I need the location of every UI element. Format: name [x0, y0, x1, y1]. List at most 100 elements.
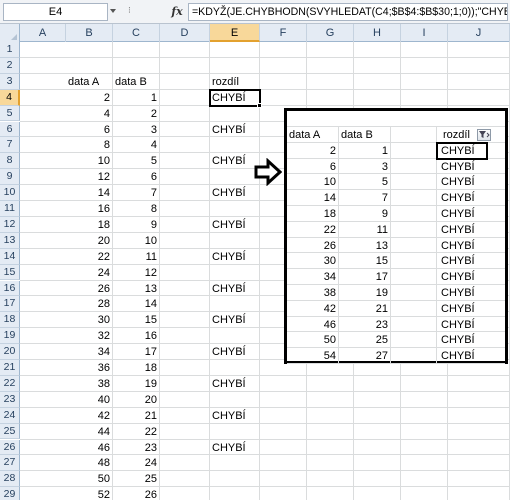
cell-data-b[interactable]: 7 — [113, 185, 160, 201]
cell-data-a[interactable]: 36 — [66, 360, 113, 376]
cell-rozdil[interactable]: CHYBÍ — [210, 153, 260, 169]
cell-data-b[interactable]: 20 — [113, 392, 160, 408]
cell-data-b[interactable]: 19 — [113, 376, 160, 392]
cell-data-a[interactable]: 48 — [66, 455, 113, 471]
row-header-8[interactable]: 8 — [0, 153, 20, 170]
cell-data-a[interactable]: 22 — [66, 249, 113, 265]
header-rozdil[interactable]: rozdíl — [210, 74, 260, 90]
cell-rozdil[interactable]: CHYBÍ — [210, 376, 260, 392]
cell-data-a[interactable]: 14 — [66, 185, 113, 201]
row-header-17[interactable]: 17 — [0, 296, 20, 313]
cell-data-a[interactable]: 38 — [66, 376, 113, 392]
cell-data-a[interactable]: 50 — [66, 471, 113, 487]
formula-bar-splitter-icon[interactable]: ⁝ — [128, 5, 131, 16]
column-header-c[interactable]: C — [113, 24, 160, 42]
cell-data-a[interactable]: 52 — [66, 487, 113, 500]
column-header-j[interactable]: J — [448, 24, 510, 42]
row-header-18[interactable]: 18 — [0, 312, 20, 329]
row-header-27[interactable]: 27 — [0, 455, 20, 472]
cell-data-b[interactable]: 16 — [113, 328, 160, 344]
row-header-5[interactable]: 5 — [0, 105, 20, 122]
cell-data-a[interactable]: 46 — [66, 440, 113, 456]
cell-data-b[interactable]: 25 — [113, 471, 160, 487]
insert-function-icon[interactable]: fx — [168, 3, 186, 21]
row-header-9[interactable]: 9 — [0, 169, 20, 186]
cell-rozdil[interactable]: CHYBÍ — [210, 344, 260, 360]
cell-data-b[interactable]: 14 — [113, 296, 160, 312]
cell-data-a[interactable]: 2 — [66, 90, 113, 106]
cell-data-b[interactable]: 4 — [113, 137, 160, 153]
name-box[interactable]: E4 — [3, 3, 108, 21]
row-header-28[interactable]: 28 — [0, 471, 20, 488]
cell-data-b[interactable]: 2 — [113, 106, 160, 122]
name-box-dropdown-icon[interactable] — [110, 9, 116, 13]
cell-data-b[interactable]: 12 — [113, 265, 160, 281]
cell-data-a[interactable]: 6 — [66, 122, 113, 138]
cell-data-a[interactable]: 32 — [66, 328, 113, 344]
cell-data-b[interactable]: 21 — [113, 408, 160, 424]
cell-data-a[interactable]: 16 — [66, 201, 113, 217]
cell-rozdil[interactable]: CHYBÍ — [210, 312, 260, 328]
cell-data-b[interactable]: 23 — [113, 440, 160, 456]
row-header-14[interactable]: 14 — [0, 248, 20, 265]
filter-icon[interactable] — [477, 129, 491, 141]
cell-rozdil[interactable]: CHYBÍ — [210, 217, 260, 233]
column-header-a[interactable]: A — [20, 24, 66, 42]
column-header-d[interactable]: D — [160, 24, 210, 42]
cell-data-b[interactable]: 3 — [113, 122, 160, 138]
cell-rozdil[interactable]: CHYBÍ — [210, 122, 260, 138]
cell-data-a[interactable]: 28 — [66, 296, 113, 312]
cell-data-b[interactable]: 9 — [113, 217, 160, 233]
column-header-f[interactable]: F — [260, 24, 307, 42]
row-header-21[interactable]: 21 — [0, 360, 20, 376]
cell-rozdil[interactable]: CHYBÍ — [210, 440, 260, 456]
cell-data-b[interactable]: 22 — [113, 424, 160, 440]
cell-data-a[interactable]: 40 — [66, 392, 113, 408]
cell-rozdil[interactable]: CHYBÍ — [210, 249, 260, 265]
cell-data-b[interactable]: 6 — [113, 169, 160, 185]
cell-rozdil[interactable]: CHYBÍ — [210, 408, 260, 424]
cell-data-b[interactable]: 24 — [113, 455, 160, 471]
cell-data-b[interactable]: 26 — [113, 487, 160, 500]
cell-data-b[interactable]: 5 — [113, 153, 160, 169]
row-header-15[interactable]: 15 — [0, 264, 20, 281]
header-data-a[interactable]: data A — [66, 74, 113, 90]
cell-data-b[interactable]: 17 — [113, 344, 160, 360]
cell-data-a[interactable]: 4 — [66, 106, 113, 122]
cell-data-a[interactable]: 8 — [66, 137, 113, 153]
cell-data-b[interactable]: 11 — [113, 249, 160, 265]
row-header-2[interactable]: 2 — [0, 57, 20, 74]
cell-data-a[interactable]: 24 — [66, 265, 113, 281]
cell-data-b[interactable]: 18 — [113, 360, 160, 376]
row-header-4[interactable]: 4 — [0, 89, 20, 106]
cell-data-a[interactable]: 10 — [66, 153, 113, 169]
cell-rozdil[interactable]: CHYBÍ — [210, 185, 260, 201]
cell-data-a[interactable]: 26 — [66, 281, 113, 297]
row-header-19[interactable]: 19 — [0, 328, 20, 345]
row-header-6[interactable]: 6 — [0, 121, 20, 138]
row-header-12[interactable]: 12 — [0, 216, 20, 233]
row-header-24[interactable]: 24 — [0, 407, 20, 424]
formula-input[interactable]: =KDYŽ(JE.CHYBHODN(SVYHLEDAT(C4;$B$4:$B$3… — [188, 3, 508, 21]
row-header-10[interactable]: 10 — [0, 185, 20, 201]
row-header-3[interactable]: 3 — [0, 73, 20, 90]
cell-data-a[interactable]: 12 — [66, 169, 113, 185]
row-header-23[interactable]: 23 — [0, 391, 20, 408]
cell-rozdil[interactable]: CHYBÍ — [210, 281, 260, 297]
active-cell-selection[interactable] — [209, 88, 261, 107]
cell-data-a[interactable]: 44 — [66, 424, 113, 440]
fill-handle[interactable] — [257, 102, 262, 108]
cell-data-a[interactable]: 18 — [66, 217, 113, 233]
cell-data-a[interactable]: 34 — [66, 344, 113, 360]
cell-data-a[interactable]: 20 — [66, 233, 113, 249]
row-header-20[interactable]: 20 — [0, 344, 20, 360]
row-header-1[interactable]: 1 — [0, 42, 20, 58]
header-data-b[interactable]: data B — [113, 74, 160, 90]
row-header-7[interactable]: 7 — [0, 137, 20, 154]
column-header-e[interactable]: E — [210, 24, 260, 42]
cell-data-b[interactable]: 13 — [113, 281, 160, 297]
cell-data-b[interactable]: 15 — [113, 312, 160, 328]
column-header-b[interactable]: B — [66, 24, 113, 42]
column-header-g[interactable]: G — [307, 24, 354, 42]
row-header-26[interactable]: 26 — [0, 439, 20, 456]
